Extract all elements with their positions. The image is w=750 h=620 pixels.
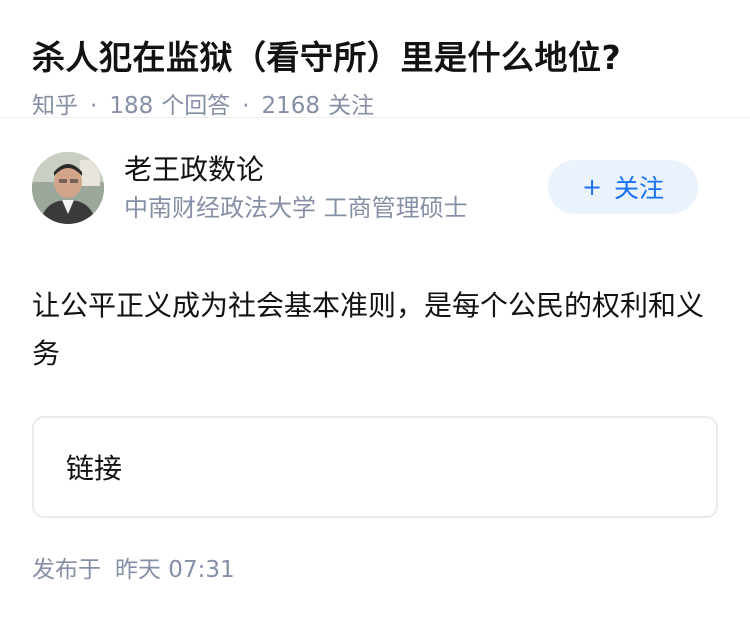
avatar-photo: [32, 152, 104, 224]
plus-icon: +: [581, 173, 603, 201]
publish-info: 发布于 昨天 07:31: [32, 552, 235, 588]
followers-label: 关注: [328, 93, 375, 119]
follow-label: 关注: [614, 174, 665, 203]
follow-button[interactable]: + 关注: [548, 160, 698, 214]
question-meta: 知乎 · 188 个回答 · 2168 关注: [32, 88, 718, 124]
question-title[interactable]: 杀人犯在监狱（看守所）里是什么地位?: [32, 34, 718, 82]
answer-content[interactable]: 让公平正义成为社会基本准则，是每个公民的权利和义务: [32, 282, 712, 378]
source-label[interactable]: 知乎: [32, 88, 78, 124]
answers-label: 个回答: [161, 93, 231, 119]
author-row: 老王政数论 中南财经政法大学 工商管理硕士 + 关注: [0, 150, 750, 250]
answers-count: 188: [109, 93, 154, 119]
followers-count: 2168: [261, 93, 321, 119]
separator-dot: ·: [242, 93, 250, 119]
question-header: 杀人犯在监狱（看守所）里是什么地位? 知乎 · 188 个回答 · 2168 关…: [0, 0, 750, 119]
author-name[interactable]: 老王政数论: [124, 152, 264, 188]
author-bio: 中南财经政法大学 工商管理硕士: [124, 194, 468, 222]
separator-dot: ·: [90, 93, 98, 119]
avatar[interactable]: [32, 152, 104, 224]
publish-time: 昨天 07:31: [115, 557, 235, 583]
publish-prefix: 发布于: [32, 557, 101, 583]
link-label: 链接: [66, 452, 123, 485]
link-card[interactable]: 链接: [32, 416, 718, 518]
